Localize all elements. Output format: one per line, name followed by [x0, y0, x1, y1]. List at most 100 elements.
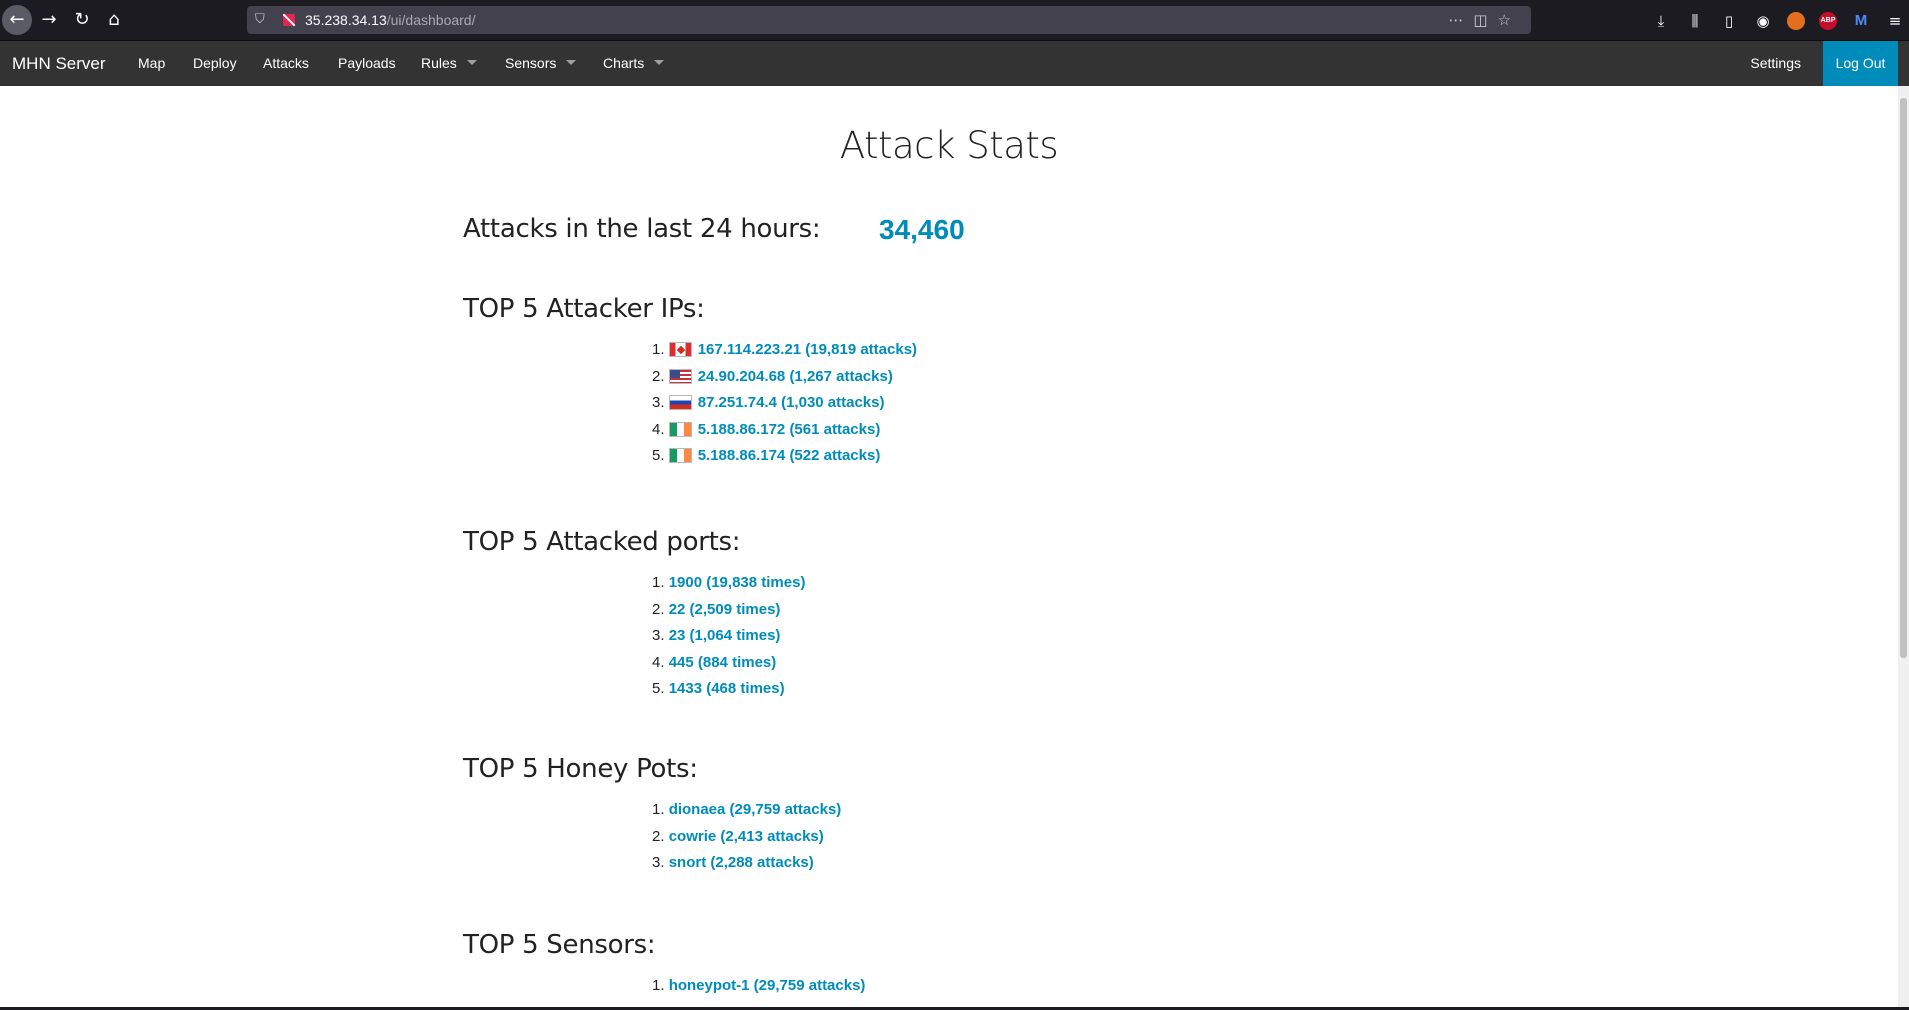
url-text[interactable]: 35.238.34.13/ui/dashboard/	[305, 6, 475, 34]
honeypot-link[interactable]: snort (2,288 attacks)	[669, 854, 814, 871]
rank-number: 2.	[652, 367, 665, 385]
nav-rules-dropdown[interactable]: Rules	[421, 41, 477, 86]
nav-label: Payloads	[338, 55, 396, 71]
top-ips-list: 1. 167.114.223.21 (19,819 attacks) 2. 24…	[652, 337, 917, 470]
nav-attacks[interactable]: Attacks	[263, 41, 309, 86]
logout-button[interactable]: Log Out	[1823, 41, 1898, 86]
list-item: 4. 445 (884 times)	[652, 650, 805, 677]
tracking-shield-icon[interactable]: ⛉	[255, 6, 265, 34]
url-actions: ⋯◫☆	[1448, 6, 1521, 34]
attacker-ip-link[interactable]: 87.251.74.4 (1,030 attacks)	[698, 394, 885, 411]
sensor-link[interactable]: honeypot-1 (29,759 attacks)	[669, 977, 866, 994]
list-item: 2. cowrie (2,413 attacks)	[652, 824, 841, 851]
list-item: 1. honeypot-1 (29,759 attacks)	[652, 973, 865, 1000]
top-navbar: MHN Server Map Deploy Attacks Payloads R…	[0, 41, 1909, 86]
ireland-flag-icon	[668, 448, 692, 463]
port-link[interactable]: 23 (1,064 times)	[669, 627, 781, 644]
top-sensors-heading: TOP 5 Sensors:	[463, 930, 656, 960]
forward-arrow-icon[interactable]: →	[34, 5, 64, 35]
rank-number: 5.	[652, 447, 665, 464]
honeypot-link[interactable]: cowrie (2,413 attacks)	[669, 828, 824, 845]
caret-down-icon	[654, 59, 665, 65]
rank-number: 1.	[652, 574, 665, 591]
scrollbar-thumb[interactable]	[1900, 98, 1907, 658]
canada-flag-icon	[668, 342, 692, 357]
list-item: 2. 22 (2,509 times)	[652, 597, 805, 624]
top-honeypots-list: 1. dionaea (29,759 attacks) 2. cowrie (2…	[652, 797, 841, 877]
nav-payloads[interactable]: Payloads	[338, 41, 396, 86]
nav-charts-dropdown[interactable]: Charts	[603, 41, 665, 86]
rank-number: 4.	[652, 420, 665, 438]
top-ports-list: 1. 1900 (19,838 times) 2. 22 (2,509 time…	[652, 570, 805, 703]
main-content: Attack Stats Attacks in the last 24 hour…	[0, 86, 1898, 1010]
list-item: 3. snort (2,288 attacks)	[652, 850, 841, 877]
attacks-24h-count: 34,460	[879, 214, 965, 245]
list-item: 3. 87.251.74.4 (1,030 attacks)	[652, 390, 917, 417]
rank-number: 2.	[652, 600, 665, 618]
library-icon[interactable]: ⫼	[1685, 12, 1705, 30]
home-icon[interactable]: ⌂	[99, 5, 129, 35]
rank-number: 1.	[652, 977, 665, 994]
list-item: 4. 5.188.86.172 (561 attacks)	[652, 417, 917, 444]
url-bar[interactable]: ⛉ 35.238.34.13/ui/dashboard/ ⋯◫☆	[247, 6, 1531, 34]
nav-label: Map	[138, 55, 166, 71]
nav-label: Deploy	[193, 55, 237, 71]
caret-down-icon	[566, 59, 577, 65]
back-arrow-icon[interactable]: ←	[2, 5, 32, 35]
adblock-icon[interactable]: ABP	[1819, 11, 1837, 30]
top-ports-heading: TOP 5 Attacked ports:	[463, 527, 741, 557]
browser-toolbar: ← → ↻ ⌂ ⛉ 35.238.34.13/ui/dashboard/ ⋯◫☆…	[0, 0, 1909, 41]
list-item: 1. dionaea (29,759 attacks)	[652, 797, 841, 824]
caret-down-icon	[466, 59, 477, 65]
list-item: 3. 23 (1,064 times)	[652, 623, 805, 650]
rank-number: 3.	[652, 627, 665, 644]
usa-flag-icon	[668, 368, 692, 384]
reload-icon[interactable]: ↻	[67, 5, 97, 35]
page-scrollbar[interactable]	[1898, 86, 1909, 1010]
top-ips-heading: TOP 5 Attacker IPs:	[463, 294, 705, 324]
attacker-ip-link[interactable]: 5.188.86.174 (522 attacks)	[698, 447, 881, 464]
insecure-connection-icon[interactable]	[283, 14, 295, 26]
rank-number: 3.	[652, 394, 665, 411]
sidebar-icon[interactable]: ▯	[1719, 12, 1739, 30]
nav-sensors-dropdown[interactable]: Sensors	[505, 41, 577, 86]
nav-deploy[interactable]: Deploy	[193, 41, 237, 86]
menu-hamburger-icon[interactable]: ≡	[1885, 12, 1905, 30]
rank-number: 2.	[652, 827, 665, 845]
pocket-icon[interactable]: ◫	[1473, 11, 1497, 29]
attacker-ip-link[interactable]: 24.90.204.68 (1,267 attacks)	[698, 368, 893, 385]
rank-number: 4.	[652, 653, 665, 671]
rank-number: 1.	[652, 341, 665, 358]
url-path: /ui/dashboard/	[386, 12, 476, 28]
port-link[interactable]: 445 (884 times)	[669, 654, 777, 671]
attacker-ip-link[interactable]: 167.114.223.21 (19,819 attacks)	[698, 341, 917, 358]
download-icon[interactable]: ⤓	[1651, 12, 1671, 30]
port-link[interactable]: 1433 (468 times)	[669, 680, 785, 697]
russia-flag-icon	[668, 395, 692, 410]
port-link[interactable]: 22 (2,509 times)	[669, 601, 781, 618]
nav-label: Attacks	[263, 55, 309, 71]
browser-extensions: ⤓ ⫼ ▯ ◉ ABP M ≡	[1649, 0, 1909, 41]
list-item: 5. 1433 (468 times)	[652, 676, 805, 703]
page-actions-icon[interactable]: ⋯	[1448, 11, 1473, 29]
malwarebytes-icon[interactable]: M	[1851, 12, 1871, 29]
bookmark-star-icon[interactable]: ☆	[1498, 11, 1521, 29]
rank-number: 5.	[652, 680, 665, 697]
list-item: 1. 1900 (19,838 times)	[652, 570, 805, 597]
brand-logo[interactable]: MHN Server	[12, 41, 106, 86]
attacker-ip-link[interactable]: 5.188.86.172 (561 attacks)	[698, 421, 881, 438]
url-host: 35.238.34.13	[305, 12, 387, 28]
honeypot-link[interactable]: dionaea (29,759 attacks)	[669, 801, 842, 818]
list-item: 1. 167.114.223.21 (19,819 attacks)	[652, 337, 917, 364]
account-icon[interactable]: ◉	[1753, 12, 1773, 30]
nav-map[interactable]: Map	[138, 41, 165, 86]
rank-number: 3.	[652, 854, 665, 871]
nav-label: Rules	[421, 55, 457, 71]
list-item: 5. 5.188.86.174 (522 attacks)	[652, 443, 917, 470]
top-sensors-list: 1. honeypot-1 (29,759 attacks)	[652, 973, 865, 1000]
nav-label: Sensors	[505, 55, 557, 71]
port-link[interactable]: 1900 (19,838 times)	[669, 574, 806, 591]
rank-number: 1.	[652, 801, 665, 818]
nav-settings[interactable]: Settings	[1750, 41, 1801, 86]
firefox-extension-icon[interactable]	[1787, 11, 1805, 30]
